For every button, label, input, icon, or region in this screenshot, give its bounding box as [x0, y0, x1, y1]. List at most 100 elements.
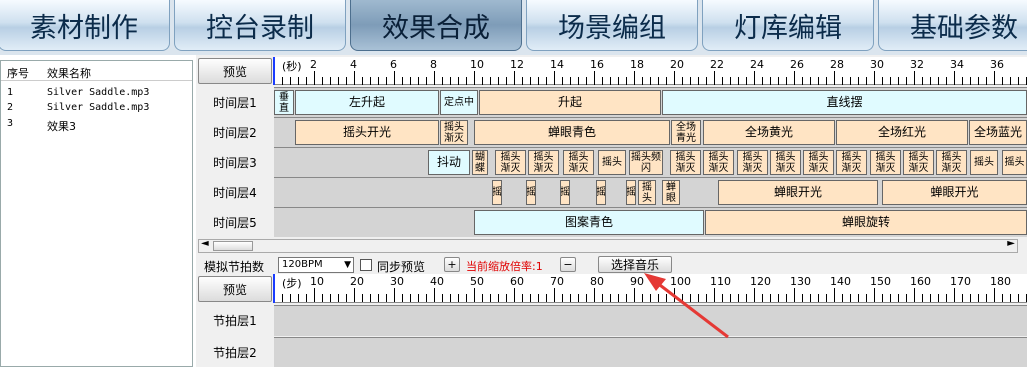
- effect-block[interactable]: 摇: [560, 180, 570, 205]
- effect-block[interactable]: 图案青色: [474, 210, 704, 235]
- beat-playhead[interactable]: [273, 274, 275, 303]
- effect-block[interactable]: 蝴蝶: [472, 150, 488, 175]
- tab-console-record[interactable]: 控台录制: [174, 0, 346, 51]
- ruler-tick: [858, 77, 859, 85]
- effect-block[interactable]: 蝉眼青色: [474, 120, 670, 145]
- effect-block[interactable]: 蝉眼开光: [718, 180, 878, 205]
- effect-block[interactable]: 摇头渐灭: [528, 150, 559, 175]
- ruler-tick: [314, 71, 315, 85]
- effect-block[interactable]: 蝉眼: [662, 180, 680, 205]
- effect-block[interactable]: 摇头: [1002, 150, 1027, 175]
- effect-block[interactable]: 蝉眼开光: [882, 180, 1027, 205]
- timeline-preview-button[interactable]: 预览: [198, 58, 272, 84]
- effect-block[interactable]: 升起: [479, 90, 661, 115]
- row-index[interactable]: 1: [7, 87, 13, 98]
- ruler-tick: [394, 288, 395, 302]
- effect-block[interactable]: 摇: [492, 180, 502, 205]
- effect-block[interactable]: 摇头渐灭: [563, 150, 594, 175]
- beat-preview-button[interactable]: 预览: [198, 276, 272, 302]
- timeline-hscroll[interactable]: ◄ ►: [198, 238, 1018, 253]
- effect-block[interactable]: 摇头渐灭: [870, 150, 901, 175]
- zoom-out-button[interactable]: −: [560, 257, 576, 272]
- ruler-tick: [322, 77, 323, 85]
- effect-block[interactable]: 抖动: [428, 150, 470, 175]
- effect-block[interactable]: 左升起: [295, 90, 439, 115]
- row-index[interactable]: 3: [7, 118, 13, 129]
- playhead[interactable]: [273, 57, 275, 85]
- row-name[interactable]: 效果3: [47, 118, 76, 134]
- ruler-label: 14: [550, 58, 564, 71]
- row-index[interactable]: 2: [7, 102, 13, 113]
- effect-block[interactable]: 定点中: [440, 90, 478, 115]
- effect-block[interactable]: 直线摆: [662, 90, 1027, 115]
- ruler-tick: [426, 77, 427, 85]
- ruler-label: 60: [510, 275, 524, 288]
- scroll-thumb[interactable]: [213, 241, 253, 251]
- effect-block[interactable]: 全场蓝光: [969, 120, 1027, 145]
- effect-block[interactable]: 摇头: [598, 150, 626, 175]
- row-name[interactable]: Silver Saddle.mp3: [47, 87, 149, 98]
- ruler-tick: [570, 77, 571, 85]
- effect-block[interactable]: 摇头渐灭: [803, 150, 834, 175]
- ruler-tick: [282, 77, 283, 85]
- ruler-tick: [498, 77, 499, 85]
- ruler-tick: [546, 294, 547, 302]
- ruler-tick: [466, 77, 467, 85]
- effect-block[interactable]: 摇头渐灭: [495, 150, 526, 175]
- sync-preview-checkbox[interactable]: [360, 259, 372, 271]
- effect-block[interactable]: 摇: [596, 180, 606, 205]
- tab-fixture-library[interactable]: 灯库编辑: [702, 0, 874, 51]
- effect-block[interactable]: 摇头开光: [295, 120, 439, 145]
- ruler-tick: [474, 288, 475, 302]
- zoom-in-button[interactable]: +: [444, 257, 460, 272]
- effect-block[interactable]: 全场青光: [671, 120, 701, 145]
- effect-block[interactable]: 摇头: [970, 150, 998, 175]
- ruler-label: 120: [750, 275, 771, 288]
- effect-block[interactable]: 摇头渐灭: [703, 150, 734, 175]
- ruler-tick: [330, 294, 331, 302]
- ruler-tick: [346, 77, 347, 85]
- effect-block[interactable]: 全场红光: [836, 120, 968, 145]
- ruler-tick: [738, 294, 739, 302]
- row-name[interactable]: Silver Saddle.mp3: [47, 102, 149, 113]
- effect-block[interactable]: 摇头渐灭: [440, 120, 468, 145]
- ruler-tick: [474, 71, 475, 85]
- scroll-left-icon[interactable]: ◄: [201, 238, 209, 249]
- effect-block[interactable]: 摇头渐灭: [903, 150, 934, 175]
- ruler-tick: [890, 294, 891, 302]
- effect-block[interactable]: 垂直: [274, 90, 294, 115]
- ruler-tick: [450, 294, 451, 302]
- ruler-tick: [370, 77, 371, 85]
- effect-block[interactable]: 全场黄光: [703, 120, 835, 145]
- ruler-tick: [618, 77, 619, 85]
- ruler-tick: [562, 77, 563, 85]
- effect-block[interactable]: 摇头渐灭: [836, 150, 867, 175]
- ruler-tick: [362, 294, 363, 302]
- ruler-tick: [362, 77, 363, 85]
- bpm-select[interactable]: 120BPM ▼: [278, 257, 354, 273]
- effect-block[interactable]: 摇头渐灭: [737, 150, 768, 175]
- ruler-tick: [698, 77, 699, 85]
- effect-block[interactable]: 摇头渐灭: [770, 150, 801, 175]
- time-ruler[interactable]: (秒) 2 4 6 8 10 12 14 16 18 20 22 24 26 28 30 32 34 36: [274, 57, 1027, 85]
- ruler-tick: [434, 288, 435, 302]
- effect-block[interactable]: 摇头渐灭: [936, 150, 967, 175]
- effect-block[interactable]: 摇头渐灭: [670, 150, 701, 175]
- ruler-tick: [754, 288, 755, 302]
- effect-block[interactable]: 蝉眼旋转: [705, 210, 1027, 235]
- effect-block[interactable]: 摇: [626, 180, 636, 205]
- ruler-tick: [530, 294, 531, 302]
- effect-block[interactable]: 摇: [526, 180, 536, 205]
- chevron-down-icon[interactable]: ▼: [344, 258, 351, 272]
- effect-block[interactable]: 摇头: [638, 180, 656, 205]
- ruler-tick: [866, 77, 867, 85]
- tab-scene-group[interactable]: 场景编组: [526, 0, 698, 51]
- col-name-header: 效果名称: [47, 67, 91, 80]
- scroll-right-icon[interactable]: ►: [1007, 238, 1015, 249]
- ruler-tick: [538, 294, 539, 302]
- effect-block[interactable]: 摇头频闪: [629, 150, 663, 175]
- ruler-tick: [442, 77, 443, 85]
- tab-basic-params[interactable]: 基础参数: [878, 0, 1027, 51]
- tab-effect-compose[interactable]: 效果合成: [350, 0, 522, 51]
- tab-material[interactable]: 素材制作: [0, 0, 170, 51]
